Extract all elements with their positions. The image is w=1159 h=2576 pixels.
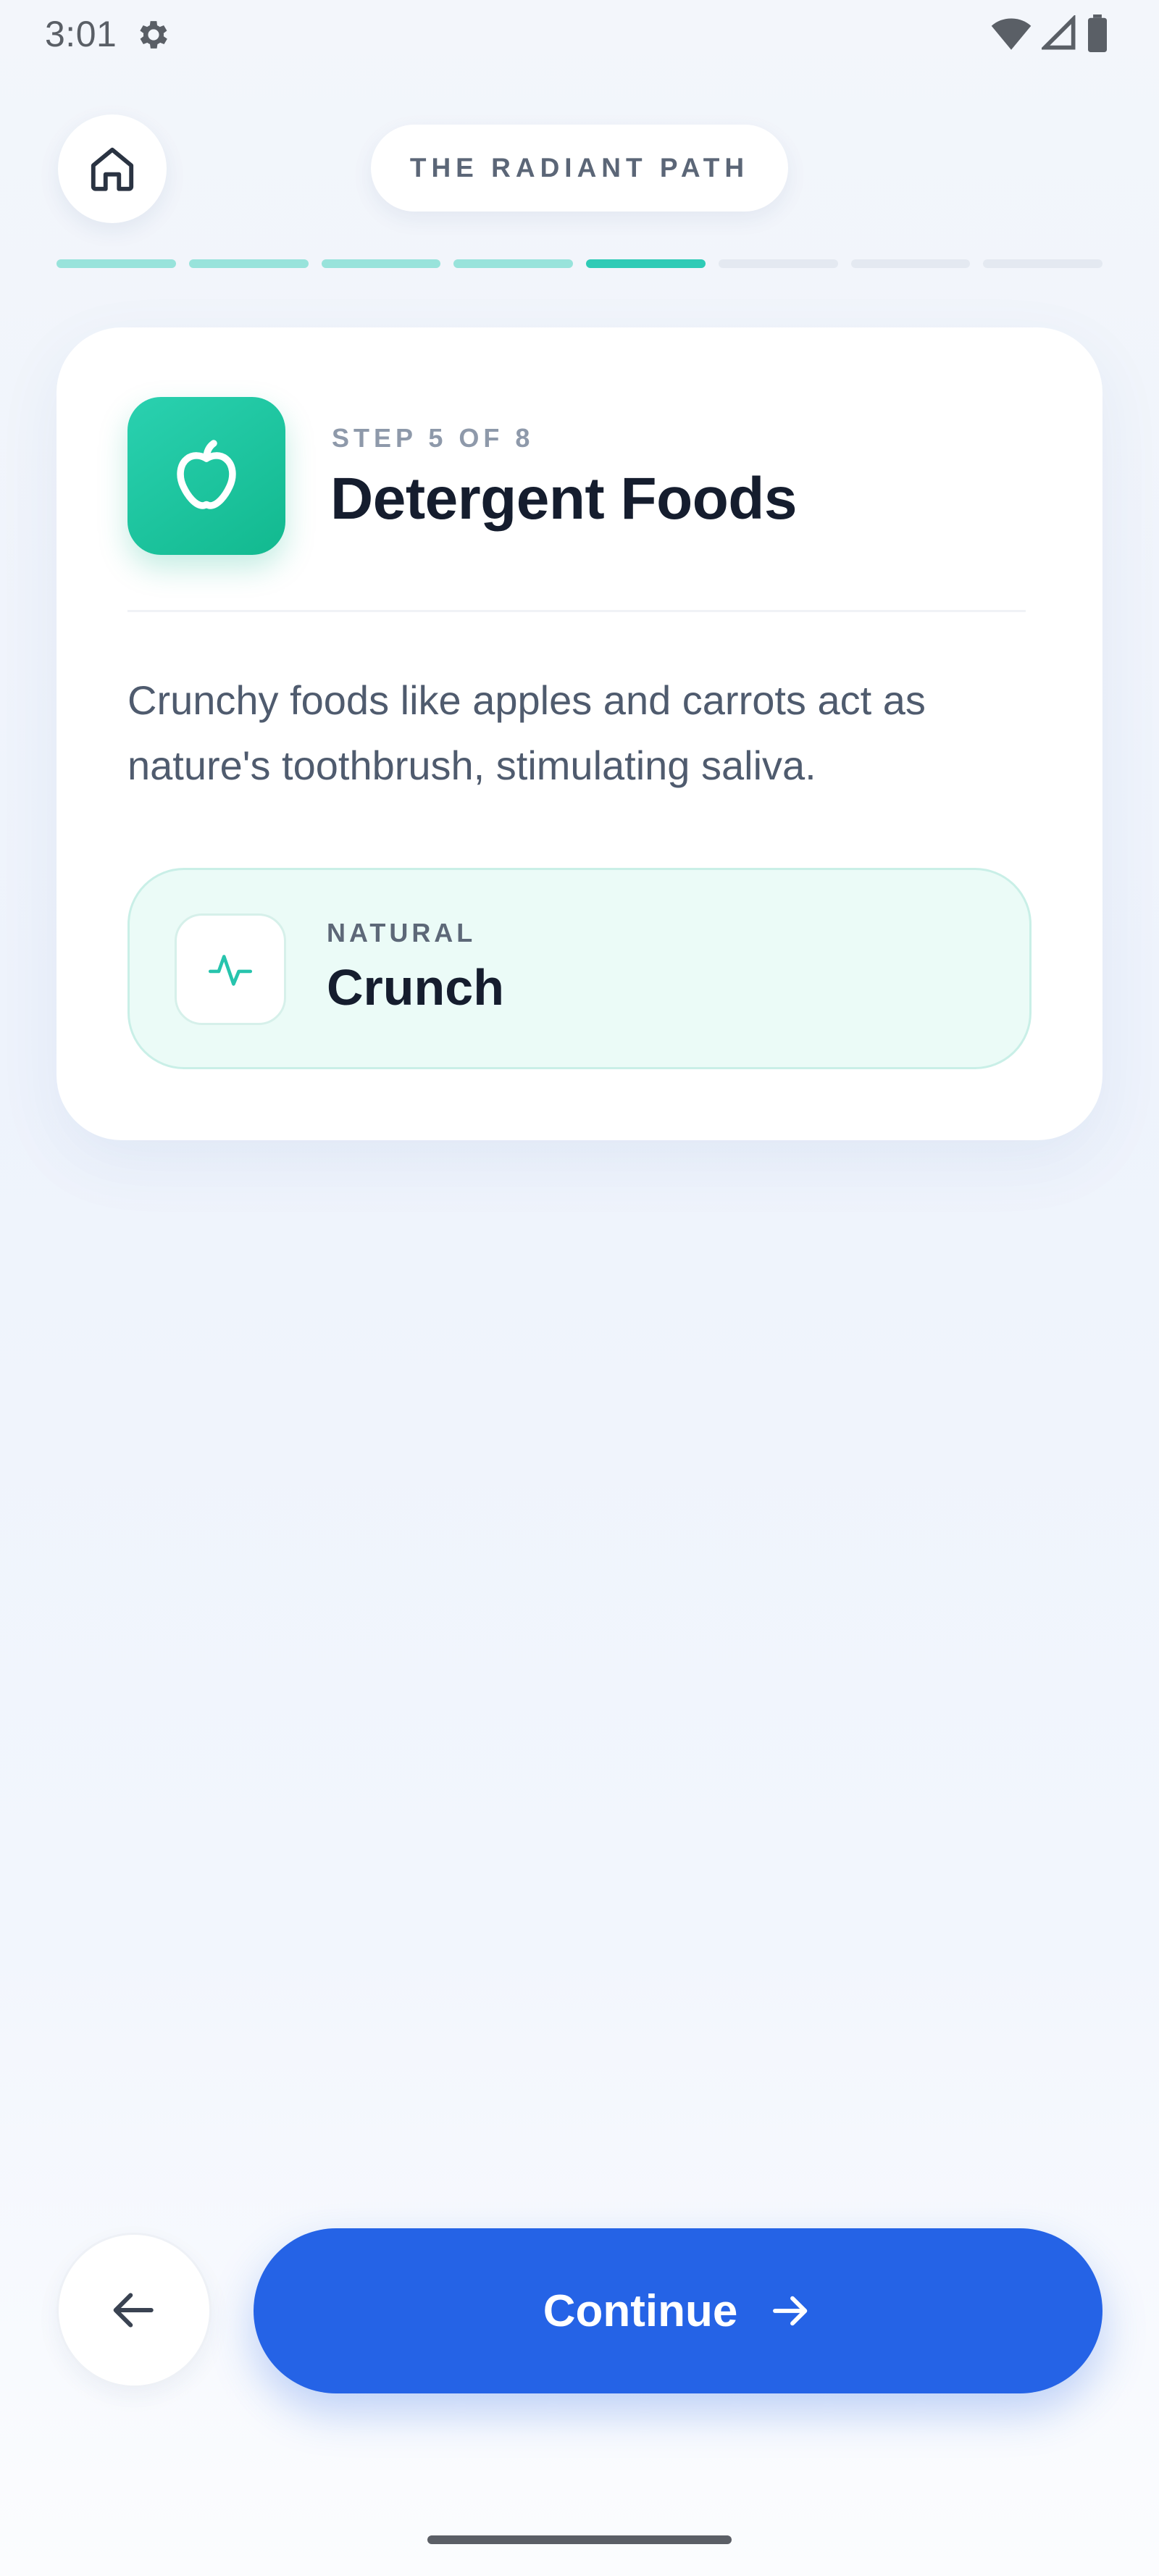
- progress-segment: [57, 259, 176, 268]
- step-label: STEP 5 OF 8: [332, 423, 535, 453]
- step-title: Detergent Foods: [330, 466, 797, 532]
- brand-title: THE RADIANT PATH: [409, 153, 750, 183]
- fact-value: Crunch: [327, 959, 504, 1016]
- progress-segment: [321, 259, 441, 268]
- home-icon: [91, 147, 134, 191]
- card-divider: [127, 610, 1026, 612]
- fact-label: NATURAL: [327, 918, 477, 948]
- continue-button[interactable]: Continue: [254, 2228, 1102, 2393]
- step-progress: [57, 259, 1102, 269]
- progress-segment: [850, 259, 971, 268]
- back-button[interactable]: [57, 2233, 212, 2388]
- progress-segment: [453, 259, 573, 268]
- step-description: Crunchy foods like apples and carrots ac…: [127, 677, 926, 788]
- status-time: 3:01: [45, 14, 117, 54]
- fact-icon-tile: [175, 913, 286, 1025]
- arrow-left-icon: [113, 2293, 154, 2328]
- battery-icon: [1088, 14, 1107, 52]
- continue-label: Continue: [543, 2286, 738, 2336]
- status-bar: 3:01: [0, 0, 1159, 68]
- fact-box: NATURAL Crunch: [127, 868, 1032, 1069]
- apple-icon: [177, 440, 236, 509]
- brand-pill: THE RADIANT PATH: [371, 125, 788, 212]
- progress-segment: [188, 259, 309, 268]
- settings-gear-icon: [140, 21, 167, 49]
- cellular-signal-icon: [1042, 15, 1076, 50]
- wifi-icon: [991, 18, 1032, 50]
- activity-pulse-icon: [208, 955, 253, 986]
- step-icon-tile: [127, 397, 285, 555]
- progress-segment: [983, 259, 1102, 268]
- progress-segment: [718, 259, 838, 268]
- step-card: STEP 5 OF 8 Detergent Foods Crunchy food…: [57, 327, 1102, 1140]
- progress-segment: [586, 259, 706, 268]
- gesture-home-indicator[interactable]: [427, 2535, 732, 2544]
- home-button[interactable]: [58, 114, 167, 223]
- arrow-right-icon: [773, 2296, 808, 2326]
